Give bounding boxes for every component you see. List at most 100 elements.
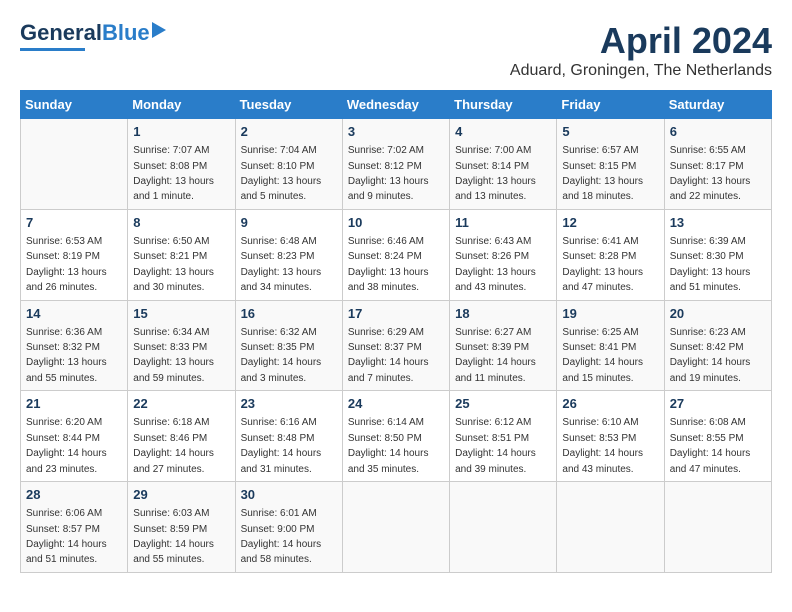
daylight-info: Daylight: 14 hours and 15 minutes. [562,357,643,383]
calendar-cell: 27 Sunrise: 6:08 AM Sunset: 8:55 PM Dayl… [664,391,771,482]
logo-general: General [20,20,102,46]
sunset-info: Sunset: 8:14 PM [455,161,529,172]
sunset-info: Sunset: 8:28 PM [562,251,636,262]
daylight-info: Daylight: 13 hours and 38 minutes. [348,267,429,293]
sunrise-info: Sunrise: 6:10 AM [562,417,638,428]
calendar-body: 1 Sunrise: 7:07 AM Sunset: 8:08 PM Dayli… [21,119,772,573]
daylight-info: Daylight: 13 hours and 9 minutes. [348,176,429,202]
day-number: 23 [241,395,337,413]
daylight-info: Daylight: 13 hours and 55 minutes. [26,357,107,383]
sunset-info: Sunset: 8:39 PM [455,342,529,353]
sunrise-info: Sunrise: 6:57 AM [562,145,638,156]
daylight-info: Daylight: 14 hours and 27 minutes. [133,448,214,474]
sunrise-info: Sunrise: 6:55 AM [670,145,746,156]
calendar-cell [450,482,557,573]
sunset-info: Sunset: 8:21 PM [133,251,207,262]
daylight-info: Daylight: 13 hours and 30 minutes. [133,267,214,293]
calendar-cell: 23 Sunrise: 6:16 AM Sunset: 8:48 PM Dayl… [235,391,342,482]
calendar-cell: 25 Sunrise: 6:12 AM Sunset: 8:51 PM Dayl… [450,391,557,482]
calendar-week-5: 28 Sunrise: 6:06 AM Sunset: 8:57 PM Dayl… [21,482,772,573]
calendar-cell: 18 Sunrise: 6:27 AM Sunset: 8:39 PM Dayl… [450,300,557,391]
page-header: General Blue April 2024 Aduard, Groninge… [20,20,772,80]
sunrise-info: Sunrise: 6:18 AM [133,417,209,428]
sunrise-info: Sunrise: 6:39 AM [670,236,746,247]
day-number: 19 [562,305,658,323]
daylight-info: Daylight: 14 hours and 58 minutes. [241,539,322,565]
col-monday: Monday [128,91,235,119]
day-number: 5 [562,123,658,141]
calendar-cell: 13 Sunrise: 6:39 AM Sunset: 8:30 PM Dayl… [664,209,771,300]
day-number: 22 [133,395,229,413]
day-number: 27 [670,395,766,413]
daylight-info: Daylight: 13 hours and 34 minutes. [241,267,322,293]
calendar-cell [664,482,771,573]
calendar-cell [342,482,449,573]
sunset-info: Sunset: 8:32 PM [26,342,100,353]
daylight-info: Daylight: 14 hours and 31 minutes. [241,448,322,474]
sunset-info: Sunset: 8:50 PM [348,433,422,444]
day-number: 2 [241,123,337,141]
sunset-info: Sunset: 8:24 PM [348,251,422,262]
sunrise-info: Sunrise: 7:04 AM [241,145,317,156]
sunrise-info: Sunrise: 7:00 AM [455,145,531,156]
sunrise-info: Sunrise: 6:23 AM [670,327,746,338]
calendar-cell: 17 Sunrise: 6:29 AM Sunset: 8:37 PM Dayl… [342,300,449,391]
daylight-info: Daylight: 13 hours and 59 minutes. [133,357,214,383]
day-number: 21 [26,395,122,413]
calendar-cell: 14 Sunrise: 6:36 AM Sunset: 8:32 PM Dayl… [21,300,128,391]
sunset-info: Sunset: 8:46 PM [133,433,207,444]
day-number: 8 [133,214,229,232]
sunrise-info: Sunrise: 6:12 AM [455,417,531,428]
calendar-cell: 1 Sunrise: 7:07 AM Sunset: 8:08 PM Dayli… [128,119,235,210]
col-wednesday: Wednesday [342,91,449,119]
daylight-info: Daylight: 13 hours and 47 minutes. [562,267,643,293]
header-row: Sunday Monday Tuesday Wednesday Thursday… [21,91,772,119]
day-number: 25 [455,395,551,413]
calendar-cell: 6 Sunrise: 6:55 AM Sunset: 8:17 PM Dayli… [664,119,771,210]
sunset-info: Sunset: 8:57 PM [26,524,100,535]
calendar-week-1: 1 Sunrise: 7:07 AM Sunset: 8:08 PM Dayli… [21,119,772,210]
day-number: 20 [670,305,766,323]
calendar-cell: 22 Sunrise: 6:18 AM Sunset: 8:46 PM Dayl… [128,391,235,482]
logo-arrow-icon [152,22,168,38]
day-number: 11 [455,214,551,232]
logo-blue: Blue [102,20,150,46]
calendar-cell: 10 Sunrise: 6:46 AM Sunset: 8:24 PM Dayl… [342,209,449,300]
calendar-cell: 12 Sunrise: 6:41 AM Sunset: 8:28 PM Dayl… [557,209,664,300]
sunset-info: Sunset: 8:30 PM [670,251,744,262]
location-subtitle: Aduard, Groningen, The Netherlands [510,62,772,80]
sunrise-info: Sunrise: 6:20 AM [26,417,102,428]
sunset-info: Sunset: 8:12 PM [348,161,422,172]
sunset-info: Sunset: 8:53 PM [562,433,636,444]
sunset-info: Sunset: 8:59 PM [133,524,207,535]
sunset-info: Sunset: 8:15 PM [562,161,636,172]
daylight-info: Daylight: 13 hours and 18 minutes. [562,176,643,202]
calendar-cell: 11 Sunrise: 6:43 AM Sunset: 8:26 PM Dayl… [450,209,557,300]
calendar-cell: 15 Sunrise: 6:34 AM Sunset: 8:33 PM Dayl… [128,300,235,391]
daylight-info: Daylight: 14 hours and 51 minutes. [26,539,107,565]
daylight-info: Daylight: 14 hours and 7 minutes. [348,357,429,383]
sunrise-info: Sunrise: 6:43 AM [455,236,531,247]
daylight-info: Daylight: 14 hours and 39 minutes. [455,448,536,474]
sunset-info: Sunset: 8:37 PM [348,342,422,353]
sunset-info: Sunset: 8:10 PM [241,161,315,172]
sunrise-info: Sunrise: 6:29 AM [348,327,424,338]
calendar-cell: 4 Sunrise: 7:00 AM Sunset: 8:14 PM Dayli… [450,119,557,210]
sunrise-info: Sunrise: 6:08 AM [670,417,746,428]
day-number: 30 [241,486,337,504]
sunrise-info: Sunrise: 6:53 AM [26,236,102,247]
sunrise-info: Sunrise: 6:34 AM [133,327,209,338]
day-number: 24 [348,395,444,413]
logo: General Blue [20,20,100,51]
daylight-info: Daylight: 13 hours and 26 minutes. [26,267,107,293]
calendar-cell: 29 Sunrise: 6:03 AM Sunset: 8:59 PM Dayl… [128,482,235,573]
sunrise-info: Sunrise: 6:14 AM [348,417,424,428]
sunrise-info: Sunrise: 6:48 AM [241,236,317,247]
daylight-info: Daylight: 13 hours and 5 minutes. [241,176,322,202]
calendar-cell: 9 Sunrise: 6:48 AM Sunset: 8:23 PM Dayli… [235,209,342,300]
sunset-info: Sunset: 8:51 PM [455,433,529,444]
daylight-info: Daylight: 14 hours and 55 minutes. [133,539,214,565]
day-number: 15 [133,305,229,323]
sunset-info: Sunset: 8:19 PM [26,251,100,262]
calendar-cell: 20 Sunrise: 6:23 AM Sunset: 8:42 PM Dayl… [664,300,771,391]
